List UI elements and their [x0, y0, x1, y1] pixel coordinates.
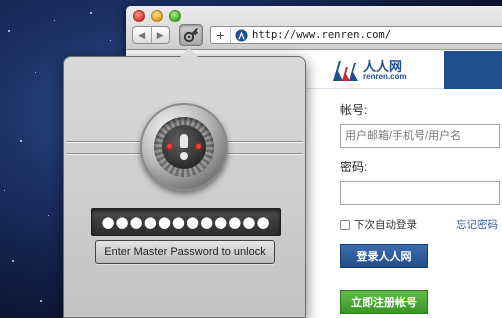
1password-extension-button[interactable]	[179, 24, 203, 46]
lock-core	[162, 125, 206, 169]
address-bar[interactable]: + http://www.renren.com/	[210, 26, 502, 44]
account-input[interactable]	[340, 124, 500, 148]
keyhole-dot	[180, 152, 188, 160]
password-input[interactable]	[340, 181, 500, 205]
add-bookmark-button[interactable]: +	[211, 27, 231, 43]
remember-label: 下次自动登录	[354, 219, 417, 231]
header-nav-bar	[444, 51, 502, 89]
login-button[interactable]: 登录人人网	[340, 244, 428, 268]
1password-lock-icon	[140, 103, 228, 191]
right-led-indicator	[196, 144, 201, 149]
minimize-window-button[interactable]	[151, 10, 163, 22]
history-nav: ◀ ▶	[132, 26, 170, 44]
master-password-field[interactable]: ●●●●●●●●●●●●	[91, 208, 281, 236]
logo-chinese-name: 人人网	[363, 58, 403, 74]
register-button[interactable]: 立即注册帐号	[340, 290, 428, 314]
password-mask: ●●●●●●●●●●●●	[101, 213, 271, 231]
account-label: 帐号:	[340, 103, 368, 117]
url-text: http://www.renren.com/	[252, 29, 392, 41]
forward-arrow-icon: ▶	[156, 29, 164, 40]
keyhole-icon	[180, 134, 188, 148]
renren-site-icon	[235, 28, 248, 42]
back-arrow-icon: ◀	[138, 29, 146, 40]
left-led-indicator	[167, 144, 172, 149]
logo-domain: renren.com	[363, 71, 407, 81]
site-logo[interactable]: 人人网 renren.com	[330, 57, 407, 83]
unlock-button[interactable]: Enter Master Password to unlock	[95, 240, 275, 264]
1password-extension-icon	[183, 28, 198, 43]
zoom-window-button[interactable]	[169, 10, 181, 22]
forgot-password-link[interactable]: 忘记密码	[456, 217, 498, 232]
forward-button[interactable]: ▶	[150, 27, 170, 43]
remember-checkbox[interactable]	[340, 219, 350, 230]
popover-arrow	[180, 48, 198, 57]
1password-popover: ●●●●●●●●●●●● Enter Master Password to un…	[63, 48, 306, 318]
renren-logo-icon	[333, 61, 358, 81]
window-controls	[133, 10, 181, 22]
remember-row: 下次自动登录 忘记密码	[340, 217, 500, 232]
close-window-button[interactable]	[133, 10, 145, 22]
lock-dial	[154, 117, 214, 177]
back-button[interactable]: ◀	[133, 27, 151, 43]
password-label: 密码:	[340, 160, 368, 174]
browser-toolbar: ◀ ▶ + http://www.renren.com/	[126, 6, 502, 50]
login-form: 帐号: 密码: 下次自动登录 忘记密码 登录人人网 立即注册帐号	[340, 101, 500, 314]
